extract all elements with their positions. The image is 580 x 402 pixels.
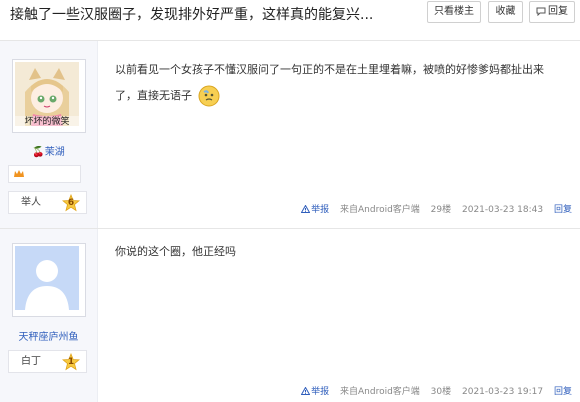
source-text: 来自Android客户端 [340, 387, 420, 397]
crown-icon [14, 170, 24, 177]
speechless-emoji-icon [198, 85, 219, 107]
report-link[interactable]: 举报 [301, 205, 332, 215]
comment-icon [536, 7, 546, 16]
thread-title: 接触了一些汉服圈子，发现排外好严重，这样真的能复兴... [10, 7, 374, 23]
favorite-button[interactable]: 收藏 [488, 1, 523, 23]
source-text: 来自Android客户端 [340, 205, 420, 215]
avatar[interactable]: 坏坏的微笑 [12, 59, 86, 133]
post-text: 你说的这个圈，他正经吗 [115, 245, 236, 258]
floor-number: 29楼 [430, 205, 452, 215]
reply-link[interactable]: 回复 [554, 387, 572, 397]
level-badge[interactable]: 举人 6 [8, 191, 87, 214]
author-name[interactable]: 天秤座庐州鱼 [0, 328, 97, 343]
level-name: 举人 [21, 197, 41, 208]
post-30: 天秤座庐州鱼 白丁 1 你说的这个圈，他正经吗 举报 来自Android客户端 … [0, 229, 580, 402]
only-op-button[interactable]: 只看楼主 [427, 1, 481, 23]
author-panel: 坏坏的微笑 🍒茉湖 举人 6 [0, 41, 98, 228]
post-content: 你说的这个圈，他正经吗 [115, 239, 565, 265]
badge-row [8, 165, 81, 183]
warning-icon [301, 205, 311, 213]
reply-button-label: 回复 [548, 6, 568, 17]
warning-icon [301, 387, 311, 395]
post-meta: 举报 来自Android客户端 30楼 2021-03-23 19:17 回复 [301, 384, 572, 397]
author-name[interactable]: 🍒茉湖 [0, 143, 97, 158]
reply-button[interactable]: 回复 [529, 1, 575, 23]
post-content: 以前看见一个女孩子不懂汉服问了一句正的不是在土里埋着嘛，被喷的好惨爹妈都扯出来了… [115, 57, 565, 109]
thread-header: 接触了一些汉服圈子，发现排外好严重，这样真的能复兴... 只看楼主 收藏 回复 [0, 0, 580, 28]
default-avatar-image [15, 246, 79, 310]
report-label: 举报 [311, 205, 330, 215]
post-text: 以前看见一个女孩子不懂汉服问了一句正的不是在土里埋着嘛，被喷的好惨爹妈都扯出来了… [115, 63, 544, 102]
level-number: 1 [67, 357, 75, 367]
post-meta: 举报 来自Android客户端 29楼 2021-03-23 18:43 回复 [301, 202, 572, 215]
report-link[interactable]: 举报 [301, 387, 332, 397]
post-29: 坏坏的微笑 🍒茉湖 举人 6 以前看见一个女孩子不懂汉服问了一句正的不是在土里埋… [0, 41, 580, 228]
level-number: 6 [67, 198, 75, 208]
level-badge[interactable]: 白丁 1 [8, 350, 87, 373]
reply-link[interactable]: 回复 [554, 205, 572, 215]
floor-number: 30楼 [430, 387, 452, 397]
author-panel: 天秤座庐州鱼 白丁 1 [0, 229, 98, 402]
avatar[interactable] [12, 243, 86, 317]
level-name: 白丁 [21, 356, 41, 367]
avatar-caption: 坏坏的微笑 [15, 116, 79, 128]
post-time: 2021-03-23 19:17 [462, 387, 544, 397]
report-label: 举报 [311, 387, 330, 397]
post-time: 2021-03-23 18:43 [462, 205, 544, 215]
